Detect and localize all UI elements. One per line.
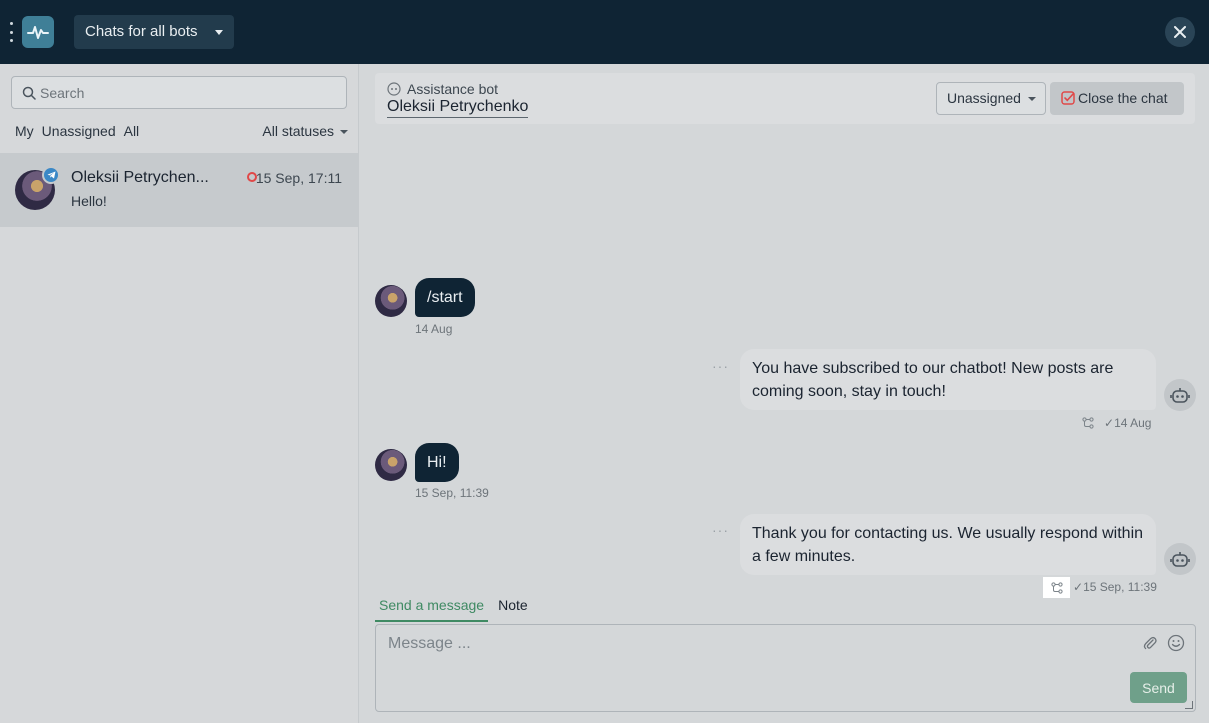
bot-selector-dropdown[interactable]: Chats for all bots bbox=[74, 15, 234, 49]
chat-list-item[interactable]: Oleksii Petrychen... 15 Sep, 17:11 Hello… bbox=[0, 153, 358, 227]
tab-send-message[interactable]: Send a message bbox=[375, 591, 489, 622]
message-meta: ✓14 Aug bbox=[1104, 416, 1151, 430]
filter-unassigned[interactable]: Unassigned bbox=[42, 123, 116, 139]
filter-my[interactable]: My bbox=[15, 123, 34, 139]
pulse-logo-icon[interactable] bbox=[22, 16, 54, 48]
assignee-dropdown[interactable]: Unassigned bbox=[936, 82, 1046, 115]
assignee-label: Unassigned bbox=[947, 90, 1021, 106]
close-icon[interactable] bbox=[1165, 17, 1195, 47]
chat-last-message: Hello! bbox=[71, 193, 107, 209]
conversation-header: Assistance bot Oleksii Petrychenko Unass… bbox=[375, 73, 1195, 124]
message-bubble-outgoing: Thank you for contacting us. We usually … bbox=[740, 514, 1156, 575]
message-bubble-outgoing: You have subscribed to our chatbot! New … bbox=[740, 349, 1156, 410]
chevron-down-icon bbox=[1028, 97, 1036, 101]
conversation-panel: Assistance bot Oleksii Petrychenko Unass… bbox=[359, 64, 1209, 723]
chevron-down-icon bbox=[340, 130, 348, 134]
flow-icon[interactable] bbox=[1082, 417, 1094, 429]
chat-timestamp: 15 Sep, 17:11 bbox=[255, 170, 342, 186]
kebab-menu-icon[interactable] bbox=[9, 22, 13, 42]
tab-note[interactable]: Note bbox=[494, 591, 532, 622]
message-input[interactable] bbox=[388, 635, 1128, 659]
flow-icon[interactable] bbox=[1043, 577, 1070, 598]
bot-icon bbox=[387, 82, 401, 96]
checkbox-check-icon bbox=[1061, 91, 1075, 105]
bot-name: Assistance bot bbox=[407, 81, 499, 97]
bot-selector-label: Chats for all bots bbox=[85, 23, 198, 40]
emoji-icon[interactable] bbox=[1167, 634, 1185, 652]
message-timestamp: 15 Sep, 11:39 bbox=[415, 486, 489, 500]
check-icon: ✓ bbox=[1073, 580, 1084, 594]
robot-icon bbox=[1164, 379, 1196, 411]
search-icon bbox=[22, 86, 36, 100]
message-composer: Send bbox=[375, 624, 1196, 712]
message-timestamp: 14 Aug bbox=[1114, 416, 1152, 430]
search-input[interactable] bbox=[40, 77, 340, 108]
message-timestamp: 15 Sep, 11:39 bbox=[1083, 580, 1157, 594]
bot-label: Assistance bot bbox=[387, 81, 498, 97]
check-icon: ✓ bbox=[1104, 416, 1115, 430]
avatar bbox=[375, 449, 407, 481]
message-bubble-incoming: Hi! bbox=[415, 443, 459, 482]
message-bubble-incoming: /start bbox=[415, 278, 475, 317]
avatar bbox=[375, 285, 407, 317]
chevron-down-icon bbox=[214, 30, 223, 35]
composer-tabs: Send a message Note bbox=[375, 591, 538, 622]
status-filter-label: All statuses bbox=[262, 123, 334, 139]
search-box[interactable] bbox=[11, 76, 347, 109]
send-button[interactable]: Send bbox=[1130, 672, 1187, 703]
status-filter-dropdown[interactable]: All statuses bbox=[262, 123, 348, 139]
top-bar: Chats for all bots bbox=[0, 0, 1209, 64]
message-meta: ✓15 Sep, 11:39 bbox=[1073, 580, 1157, 594]
message-more-icon[interactable]: ··· bbox=[712, 358, 729, 374]
message-more-icon[interactable]: ··· bbox=[712, 522, 729, 538]
close-chat-button[interactable]: Close the chat bbox=[1050, 82, 1184, 115]
telegram-icon bbox=[42, 166, 60, 184]
message-timestamp: 14 Aug bbox=[415, 322, 453, 336]
chat-contact-name: Oleksii Petrychen... bbox=[71, 169, 209, 186]
paperclip-icon[interactable] bbox=[1142, 635, 1158, 651]
robot-icon bbox=[1164, 543, 1196, 575]
filter-all[interactable]: All bbox=[124, 123, 140, 139]
contact-name-link[interactable]: Oleksii Petrychenko bbox=[387, 98, 529, 118]
chat-list-panel: My Unassigned All All statuses Oleksii P… bbox=[0, 64, 359, 723]
close-chat-label: Close the chat bbox=[1078, 90, 1168, 106]
assignment-filters: My Unassigned All bbox=[15, 123, 139, 139]
resize-handle-icon[interactable] bbox=[1185, 701, 1193, 709]
